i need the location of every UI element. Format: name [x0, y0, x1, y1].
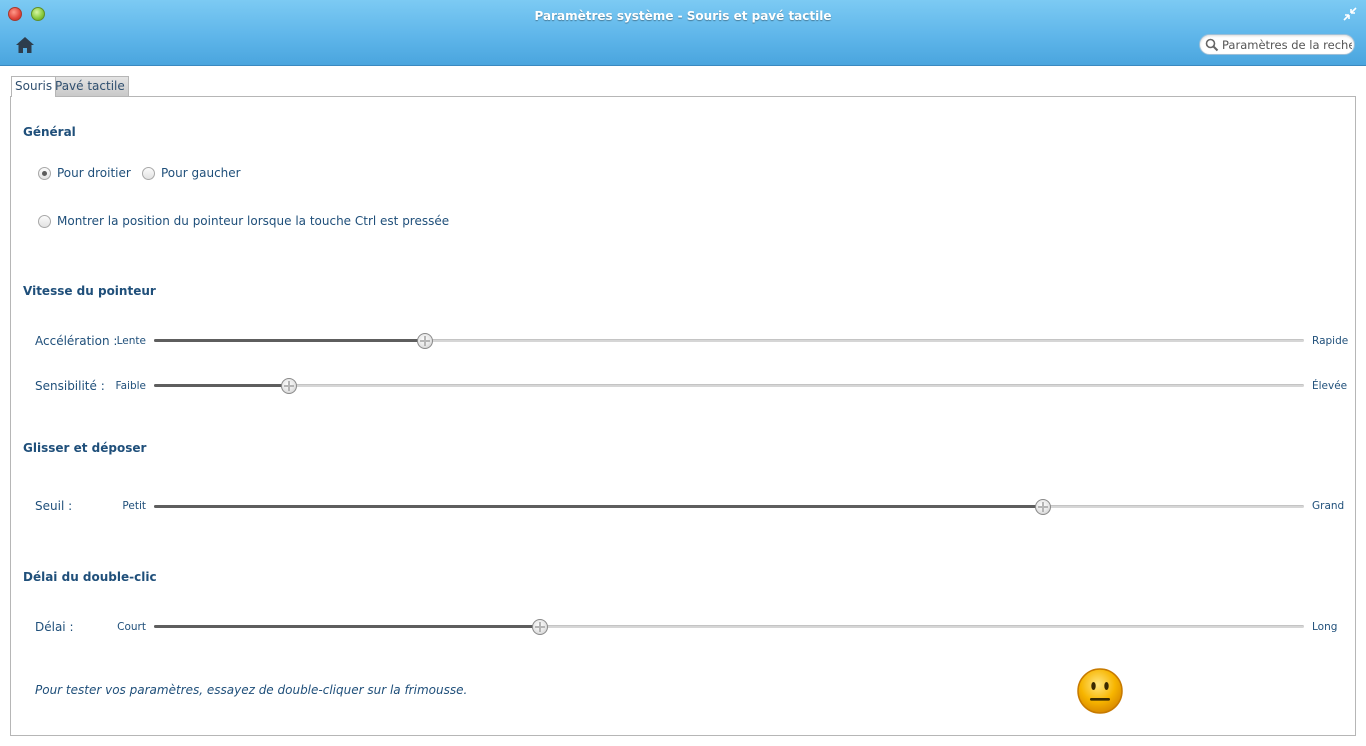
restore-icon[interactable] [1342, 6, 1358, 22]
acceleration-slider[interactable] [154, 333, 1304, 349]
section-pointer-speed-title: Vitesse du pointeur [23, 284, 156, 298]
slider-fill [154, 384, 289, 387]
right-handed-radio[interactable]: Pour droitier [38, 166, 131, 180]
slider-thumb[interactable] [1034, 499, 1051, 515]
search-box[interactable] [1199, 34, 1355, 55]
tab-souris[interactable]: Souris [11, 76, 57, 97]
slider-fill [154, 625, 541, 628]
threshold-slider[interactable] [154, 499, 1304, 515]
threshold-label: Seuil : [35, 499, 73, 513]
smiley-face-icon[interactable] [1076, 667, 1124, 715]
sensitivity-slider[interactable] [154, 378, 1304, 394]
delay-max-label: Long [1312, 621, 1338, 633]
show-pointer-checkbox[interactable]: Montrer la position du pointeur lorsque … [38, 214, 449, 228]
tab-pave-tactile[interactable]: Pavé tactile [51, 76, 129, 96]
threshold-min-label: Petit [122, 500, 146, 512]
show-pointer-label: Montrer la position du pointeur lorsque … [57, 214, 450, 228]
slider-fill [154, 505, 1043, 508]
window-title: Paramètres système - Souris et pavé tact… [534, 9, 832, 23]
threshold-max-label: Grand [1312, 500, 1345, 512]
slider-thumb[interactable] [532, 619, 549, 635]
radio-indicator [142, 166, 155, 180]
section-drag-drop-title: Glisser et déposer [23, 441, 147, 455]
checkbox-indicator [38, 214, 51, 228]
slider-thumb[interactable] [280, 378, 297, 394]
sensitivity-min-label: Faible [115, 380, 146, 392]
right-handed-label: Pour droitier [57, 166, 131, 180]
search-icon [1205, 38, 1219, 52]
sensitivity-max-label: Élevée [1312, 380, 1348, 392]
delay-label: Délai : [35, 620, 74, 634]
section-general-title: Général [23, 125, 76, 139]
search-input[interactable] [1222, 37, 1352, 53]
home-icon[interactable] [14, 35, 36, 55]
acceleration-min-label: Lente [116, 335, 146, 347]
radio-indicator [38, 166, 51, 180]
double-click-test-text: Pour tester vos paramètres, essayez de d… [35, 683, 468, 697]
slider-fill [154, 339, 426, 342]
slider-thumb[interactable] [417, 333, 434, 349]
slider-track [154, 384, 1304, 387]
delay-slider[interactable] [154, 619, 1304, 635]
acceleration-max-label: Rapide [1312, 335, 1349, 347]
settings-panel [10, 96, 1356, 736]
section-double-click-title: Délai du double-clic [23, 570, 157, 584]
left-handed-label: Pour gaucher [161, 166, 241, 180]
delay-min-label: Court [117, 621, 146, 633]
left-handed-radio[interactable]: Pour gaucher [142, 166, 241, 180]
window-titlebar: Paramètres système - Souris et pavé tact… [0, 0, 1366, 66]
